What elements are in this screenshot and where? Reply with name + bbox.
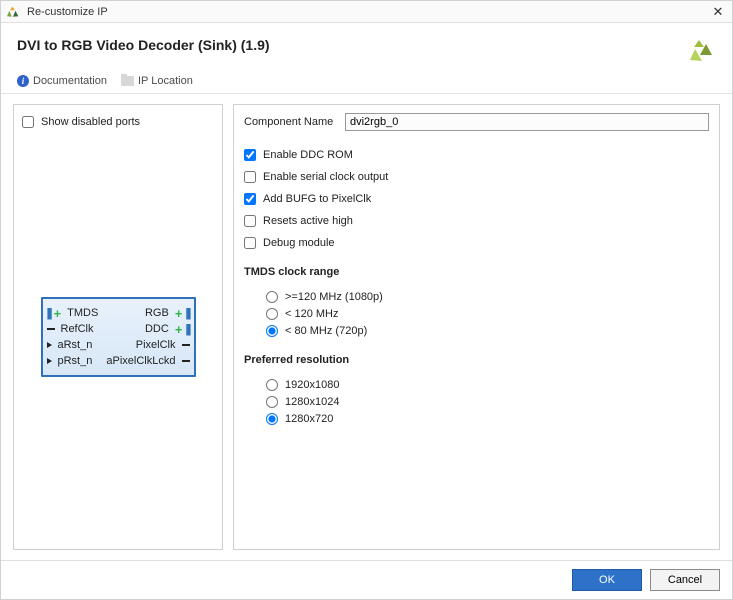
titlebar: Re-customize IP ✕ [1,1,732,23]
line-icon [182,360,190,362]
tmds-radio-720p[interactable]: < 80 MHz (720p) [266,325,709,337]
tmds-radio-1080p[interactable]: >=120 MHz (1080p) [266,291,709,303]
block-preview-panel: Show disabled ports ||| + TMDS RGB [13,104,223,550]
add-bufg-input[interactable] [244,193,256,205]
res-radio-1920x1080[interactable]: 1920x1080 [266,379,709,391]
line-icon [47,328,55,330]
add-bufg-checkbox[interactable]: Add BUFG to PixelClk [244,193,709,205]
port-tmds: ||| + TMDS [47,306,99,320]
resets-active-high-label: Resets active high [263,215,353,227]
enable-ddc-rom-label: Enable DDC ROM [263,149,353,161]
plus-icon: + [54,307,62,320]
tmds-clock-range-group: >=120 MHz (1080p) < 120 MHz < 80 MHz (72… [244,286,709,342]
port-prstn: pRst_n [47,355,93,367]
debug-module-label: Debug module [263,237,335,249]
plus-icon: + [175,307,183,320]
vendor-logo [690,37,716,63]
resets-active-high-checkbox[interactable]: Resets active high [244,215,709,227]
close-icon[interactable]: ✕ [710,4,726,20]
port-pixelclk: PixelClk [136,339,190,351]
add-bufg-label: Add BUFG to PixelClk [263,193,371,205]
documentation-link[interactable]: i Documentation [17,75,107,87]
ip-location-label: IP Location [138,75,193,87]
component-name-label: Component Name [244,116,339,128]
port-apixelclklckd: aPixelClkLckd [106,355,189,367]
arrow-icon [47,358,52,364]
port-arstn: aRst_n [47,339,93,351]
enable-serial-clock-label: Enable serial clock output [263,171,388,183]
line-icon [182,344,190,346]
ip-title: DVI to RGB Video Decoder (Sink) (1.9) [17,37,690,53]
preferred-resolution-group: 1920x1080 1280x1024 1280x720 [244,374,709,430]
port-refclk: RefClk [47,323,94,335]
show-disabled-ports-input[interactable] [22,116,34,128]
tmds-clock-range-title: TMDS clock range [244,266,709,278]
res-radio-1280x1024[interactable]: 1280x1024 [266,396,709,408]
arrow-icon [47,342,52,348]
res-radio-1280x720[interactable]: 1280x720 [266,413,709,425]
header: DVI to RGB Video Decoder (Sink) (1.9) [1,23,732,75]
block-diagram: ||| + TMDS RGB + ||| [22,133,214,541]
ip-block: ||| + TMDS RGB + ||| [41,297,196,377]
app-icon [7,5,21,19]
enable-serial-clock-checkbox[interactable]: Enable serial clock output [244,171,709,183]
show-disabled-ports-checkbox[interactable]: Show disabled ports [22,116,214,128]
info-icon: i [17,75,29,87]
bus-icon: ||| [185,306,189,320]
enable-ddc-rom-input[interactable] [244,149,256,161]
plus-icon: + [175,323,183,336]
enable-serial-clock-input[interactable] [244,171,256,183]
ip-location-link[interactable]: IP Location [121,75,193,87]
component-name-input[interactable] [345,113,709,131]
folder-icon [121,76,134,86]
ok-button[interactable]: OK [572,569,642,591]
window: Re-customize IP ✕ DVI to RGB Video Decod… [0,0,733,600]
preferred-resolution-title: Preferred resolution [244,354,709,366]
window-title: Re-customize IP [27,6,710,18]
resets-active-high-input[interactable] [244,215,256,227]
port-rgb: RGB + ||| [145,306,190,320]
enable-ddc-rom-checkbox[interactable]: Enable DDC ROM [244,149,709,161]
footer: OK Cancel [1,560,732,599]
port-ddc: DDC + ||| [145,322,190,336]
cancel-button[interactable]: Cancel [650,569,720,591]
tmds-radio-120[interactable]: < 120 MHz [266,308,709,320]
body: Show disabled ports ||| + TMDS RGB [1,94,732,560]
debug-module-input[interactable] [244,237,256,249]
toolbar: i Documentation IP Location [1,75,732,94]
debug-module-checkbox[interactable]: Debug module [244,237,709,249]
bus-icon: ||| [47,306,51,320]
component-name-row: Component Name [244,113,709,131]
show-disabled-ports-label: Show disabled ports [41,116,140,128]
documentation-label: Documentation [33,75,107,87]
config-panel: Component Name Enable DDC ROM Enable ser… [233,104,720,550]
bus-icon: ||| [185,322,189,336]
